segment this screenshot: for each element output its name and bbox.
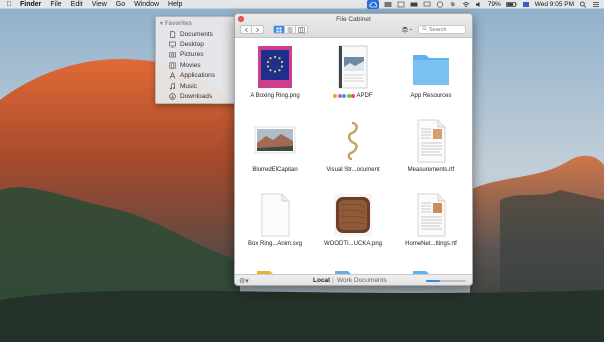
search-input[interactable]: [429, 26, 467, 33]
nav-buttons: [240, 25, 264, 34]
battery-icon[interactable]: [505, 1, 517, 8]
menu-go[interactable]: Go: [116, 0, 125, 9]
forward-button[interactable]: [252, 26, 263, 33]
menu-edit[interactable]: Edit: [71, 0, 83, 9]
file-item[interactable]: A Boxing Ring.png: [235, 45, 315, 100]
location-separator: |: [332, 277, 334, 284]
menu-finder[interactable]: Finder: [20, 0, 41, 9]
camera-icon: [169, 51, 176, 58]
icon-view-button[interactable]: [274, 26, 285, 33]
file-name: APDF: [313, 92, 393, 100]
menu-help[interactable]: Help: [168, 0, 182, 9]
file-name: App Resources: [410, 93, 452, 99]
file-name: Visual Str...ocument: [326, 167, 380, 173]
window-title: File Cabinet: [336, 16, 371, 23]
disclosure-triangle-icon[interactable]: ▾: [160, 20, 163, 27]
spotlight-search-icon[interactable]: [579, 1, 587, 8]
volume-icon[interactable]: [475, 1, 483, 8]
bluetooth-icon[interactable]: [449, 1, 457, 8]
photo-thumbnail: [254, 126, 296, 154]
wifi-icon[interactable]: [462, 1, 470, 8]
window-toolbar: File Cabinet: [235, 14, 472, 38]
file-name: BlurredElCapitan: [252, 167, 298, 173]
status-bar: ⚙▾ Local | Work Documents: [235, 274, 472, 285]
rtf-document-icon: [417, 119, 446, 163]
sidebar-item-applications[interactable]: Applications: [160, 71, 233, 81]
apple-menu-icon[interactable]: : [0, 1, 18, 8]
film-icon: [169, 62, 176, 69]
column-view-button[interactable]: [296, 26, 307, 33]
sidebar-item-desktop[interactable]: Desktop: [160, 39, 233, 49]
applications-icon: [169, 72, 176, 79]
desktop-icon: [169, 41, 176, 48]
file-item[interactable]: Measurements.rtf: [391, 119, 471, 174]
sidebar-item-movies[interactable]: Movies: [160, 60, 233, 70]
file-item[interactable]: App Resources: [391, 45, 471, 100]
finder-window: File Cabinet Search A Boxing Ring.png AP…: [234, 13, 473, 286]
file-name: HomeNet...ttings.rtf: [405, 241, 457, 247]
view-mode-control: [273, 25, 308, 34]
search-field[interactable]: [418, 25, 467, 34]
folder-icon: [413, 55, 449, 85]
icon-size-slider[interactable]: [426, 280, 466, 282]
back-button[interactable]: [241, 26, 252, 33]
gear-icon[interactable]: ⚙▾: [239, 277, 249, 285]
favorites-sidebar: ▾ Favorites Documents Desktop Pictures M…: [155, 16, 238, 104]
file-item[interactable]: HomeNet...ttings.rtf: [391, 193, 471, 248]
file-item[interactable]: WOODTI...UCKA.png: [313, 193, 393, 248]
flag-icon[interactable]: [522, 1, 530, 8]
blank-document-icon: [261, 193, 290, 237]
file-item[interactable]: APDF: [313, 45, 393, 100]
file-name: WOODTI...UCKA.png: [323, 241, 382, 247]
eu-image-thumbnail: [258, 46, 292, 88]
sidebar-item-downloads[interactable]: Downloads: [160, 91, 233, 101]
menu-clock[interactable]: Wed 9:05 PM: [535, 0, 574, 9]
download-icon: [169, 93, 176, 100]
location-work-documents[interactable]: Work Documents: [337, 277, 387, 284]
sidebar-item-music[interactable]: Music: [160, 81, 233, 91]
music-icon: [169, 82, 176, 90]
location-local[interactable]: Local: [313, 277, 330, 284]
favorites-header[interactable]: ▾ Favorites: [160, 20, 233, 28]
pdf-thumbnail: [338, 45, 368, 89]
script-icon: [347, 121, 358, 161]
document-icon: [169, 30, 176, 38]
file-name: A Boxing Ring.png: [250, 93, 300, 99]
battery-percent: 79%: [487, 1, 501, 8]
cloud-status-icon[interactable]: [366, 0, 379, 9]
menu-bar:  Finder File Edit View Go Window Help 7…: [0, 0, 604, 9]
file-item[interactable]: Box Ring...Anim.svg: [235, 193, 315, 248]
menu-view[interactable]: View: [92, 0, 107, 9]
notification-center-icon[interactable]: [592, 1, 600, 8]
rtf-document-icon: [417, 193, 446, 237]
tag-dots: [333, 94, 356, 98]
time-machine-icon[interactable]: [436, 1, 444, 8]
cast-icon[interactable]: [423, 1, 431, 8]
file-name: Box Ring...Anim.svg: [247, 241, 303, 247]
sidebar-item-documents[interactable]: Documents: [160, 29, 233, 39]
file-item[interactable]: Visual Str...ocument: [313, 119, 393, 174]
list-view-button[interactable]: [285, 26, 296, 33]
menu-file[interactable]: File: [50, 0, 61, 9]
menu-window[interactable]: Window: [134, 0, 159, 9]
icon-size-slider-fill: [426, 280, 440, 282]
file-name: Measurements.rtf: [407, 167, 455, 173]
keyboard-icon[interactable]: [410, 1, 418, 8]
file-grid: A Boxing Ring.png APDF App Resources Blu…: [235, 39, 472, 285]
arrange-menu-button[interactable]: [400, 25, 414, 34]
display-icon[interactable]: [384, 1, 392, 8]
file-item[interactable]: BlurredElCapitan: [235, 119, 315, 174]
status-area: 79% Wed 9:05 PM: [366, 0, 600, 9]
search-icon: [422, 26, 427, 33]
sidebar-item-pictures[interactable]: Pictures: [160, 50, 233, 60]
wood-image-thumbnail: [334, 194, 372, 236]
script-menu-icon[interactable]: [397, 1, 405, 8]
